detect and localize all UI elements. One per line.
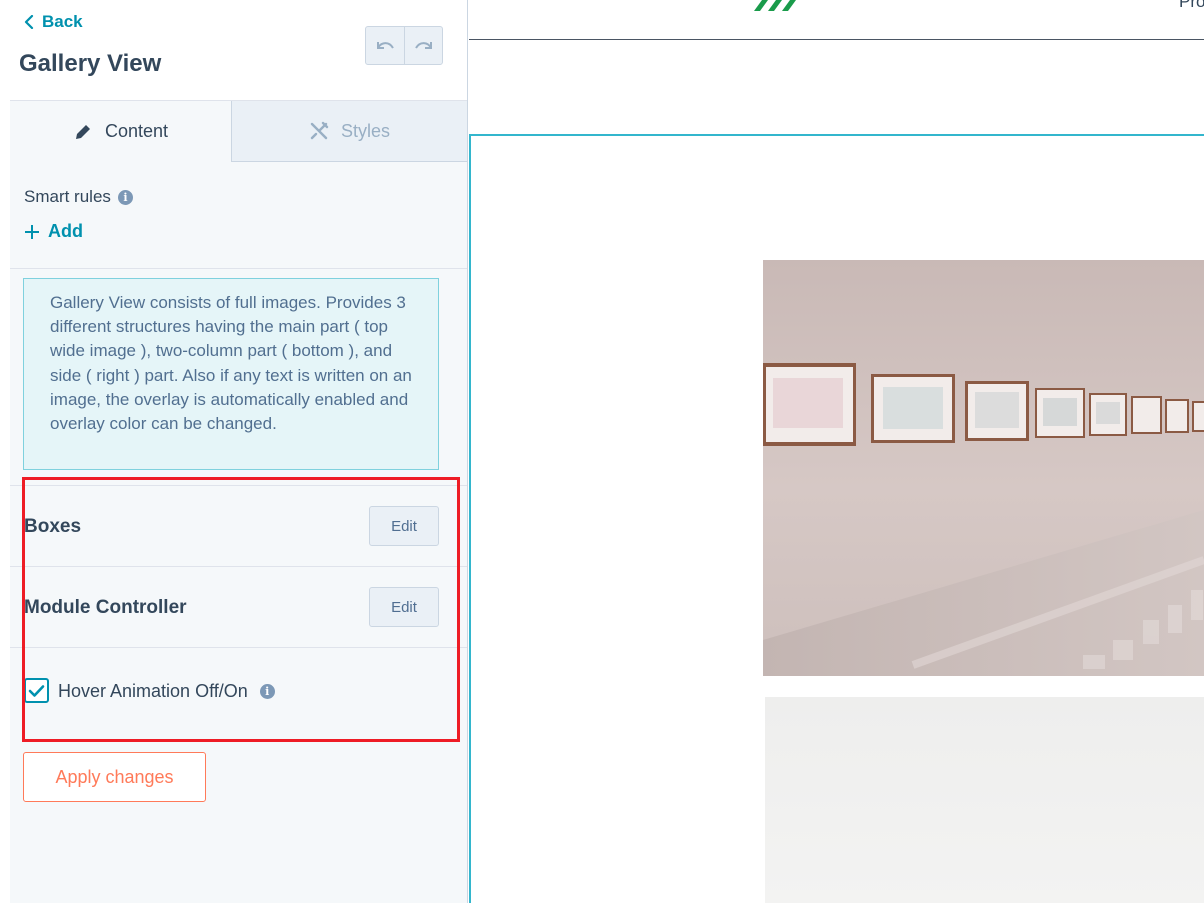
divider bbox=[10, 268, 467, 269]
hover-animation-text: Hover Animation Off/On bbox=[58, 681, 248, 701]
smart-rules-text: Smart rules bbox=[24, 187, 111, 206]
tab-content-label: Content bbox=[104, 121, 169, 141]
gallery-main-image[interactable] bbox=[763, 260, 1204, 676]
undo-icon bbox=[377, 41, 394, 49]
left-gutter bbox=[0, 0, 10, 903]
tab-styles[interactable]: Styles bbox=[231, 101, 467, 162]
module-title: Gallery View bbox=[19, 50, 162, 77]
sidebar-header: Back Gallery View bbox=[10, 0, 467, 101]
sidebar-tabs: Content Styles bbox=[10, 101, 467, 162]
chevron-left-icon bbox=[24, 15, 34, 29]
nav-text-partial[interactable]: Pro bbox=[1179, 0, 1204, 12]
logo-icon bbox=[754, 0, 796, 11]
back-link[interactable]: Back bbox=[24, 12, 83, 32]
smart-rules-label: Smart rules i bbox=[24, 187, 133, 207]
tab-content[interactable]: Content bbox=[10, 101, 231, 162]
module-controller-label: Module Controller bbox=[24, 597, 187, 618]
undo-redo-group bbox=[365, 26, 443, 65]
module-controller-edit-button[interactable]: Edit bbox=[369, 587, 439, 627]
info-icon[interactable]: i bbox=[259, 684, 275, 699]
back-label: Back bbox=[42, 12, 83, 31]
info-icon[interactable]: i bbox=[117, 189, 133, 205]
tab-styles-label: Styles bbox=[340, 120, 391, 141]
redo-icon bbox=[414, 41, 432, 49]
add-label: Add bbox=[48, 221, 83, 241]
styles-icon bbox=[310, 121, 329, 140]
editor-sidebar: Back Gallery View Content Styles Smart r… bbox=[10, 0, 468, 903]
hover-animation-checkbox[interactable] bbox=[24, 678, 49, 703]
redo-button[interactable] bbox=[404, 27, 442, 64]
module-description: Gallery View consists of full images. Pr… bbox=[23, 278, 439, 470]
apply-changes-button[interactable]: Apply changes bbox=[23, 752, 206, 802]
boxes-label: Boxes bbox=[24, 516, 82, 537]
field-row-module-controller: Module Controller Edit bbox=[10, 566, 467, 647]
hover-animation-label: Hover Animation Off/On i bbox=[58, 681, 275, 702]
gallery-photo bbox=[763, 260, 1204, 676]
add-smart-rule-link[interactable]: Add bbox=[24, 221, 83, 242]
boxes-edit-button[interactable]: Edit bbox=[369, 506, 439, 546]
field-row-boxes: Boxes Edit bbox=[10, 485, 467, 566]
page-preview: Pro bbox=[469, 0, 1204, 903]
undo-button[interactable] bbox=[366, 27, 404, 64]
gallery-secondary-image[interactable] bbox=[765, 697, 1204, 903]
checkmark-icon bbox=[28, 684, 45, 697]
plus-icon bbox=[25, 224, 39, 239]
header-divider bbox=[469, 39, 1204, 40]
pencil-icon bbox=[75, 124, 90, 139]
